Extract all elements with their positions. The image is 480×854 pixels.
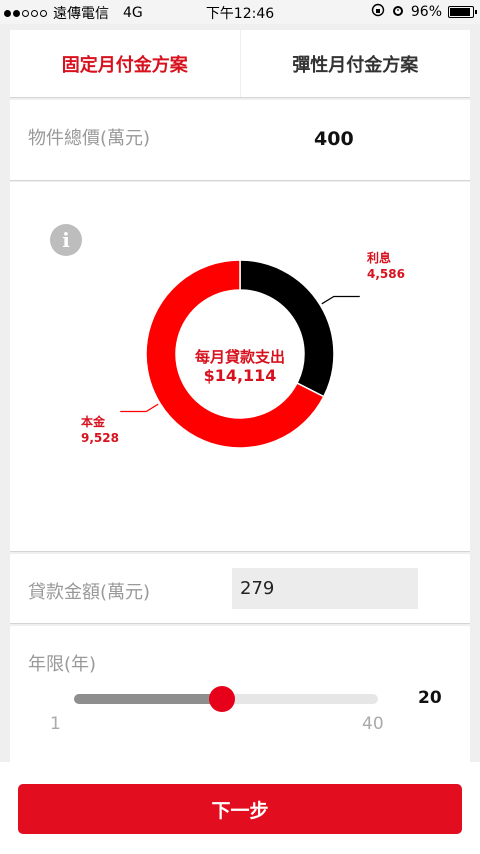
loan-amount-row: 貸款金額(萬元): [10, 554, 470, 624]
plan-tabs: 固定月付金方案 彈性月付金方案: [10, 30, 470, 98]
battery-percentage: 96%: [410, 4, 442, 20]
loan-years-slider[interactable]: [74, 686, 378, 712]
loan-years-card: 年限(年) 20 1 40: [10, 626, 470, 762]
alarm-icon: [391, 3, 405, 21]
loan-years-label: 年限(年): [28, 654, 97, 675]
tab-flexible-payment[interactable]: 彈性月付金方案: [239, 30, 471, 97]
footer-bar: 下一步: [0, 762, 480, 854]
slider-fill: [74, 694, 223, 704]
legend-principal-name: 本金: [81, 415, 106, 429]
leader-line-principal: [120, 403, 159, 413]
payment-chart-card: i 每月貸款支出 $14,114 利息 4,586 本金 9,528: [10, 182, 470, 552]
leader-line-interest: [321, 295, 360, 305]
tab-fixed-payment[interactable]: 固定月付金方案: [10, 30, 240, 97]
slider-min-label: 1: [50, 714, 61, 734]
next-step-button[interactable]: 下一步: [18, 784, 462, 834]
rotation-lock-icon: [371, 3, 385, 21]
battery-icon: [448, 6, 477, 18]
status-bar: 遠傳電信 4G 下午12:46 96%: [0, 0, 480, 24]
monthly-payment-title: 每月貸款支出: [194, 348, 285, 366]
loan-amount-input[interactable]: [232, 568, 418, 609]
property-price-label: 物件總價(萬元): [28, 128, 151, 149]
legend-principal-value: 9,528: [81, 431, 119, 445]
legend-interest: 利息 4,586: [367, 250, 405, 282]
slider-max-label: 40: [362, 714, 384, 734]
property-price-value: 400: [314, 128, 354, 150]
loan-years-value: 20: [418, 688, 442, 708]
loan-amount-label: 貸款金額(萬元): [28, 582, 151, 603]
slider-thumb[interactable]: [209, 686, 236, 712]
property-price-row: 物件總價(萬元) 400: [10, 100, 470, 181]
legend-interest-value: 4,586: [367, 267, 405, 281]
legend-interest-name: 利息: [367, 251, 392, 265]
monthly-payment-value: $14,114: [203, 366, 277, 385]
legend-principal: 本金 9,528: [81, 414, 119, 446]
